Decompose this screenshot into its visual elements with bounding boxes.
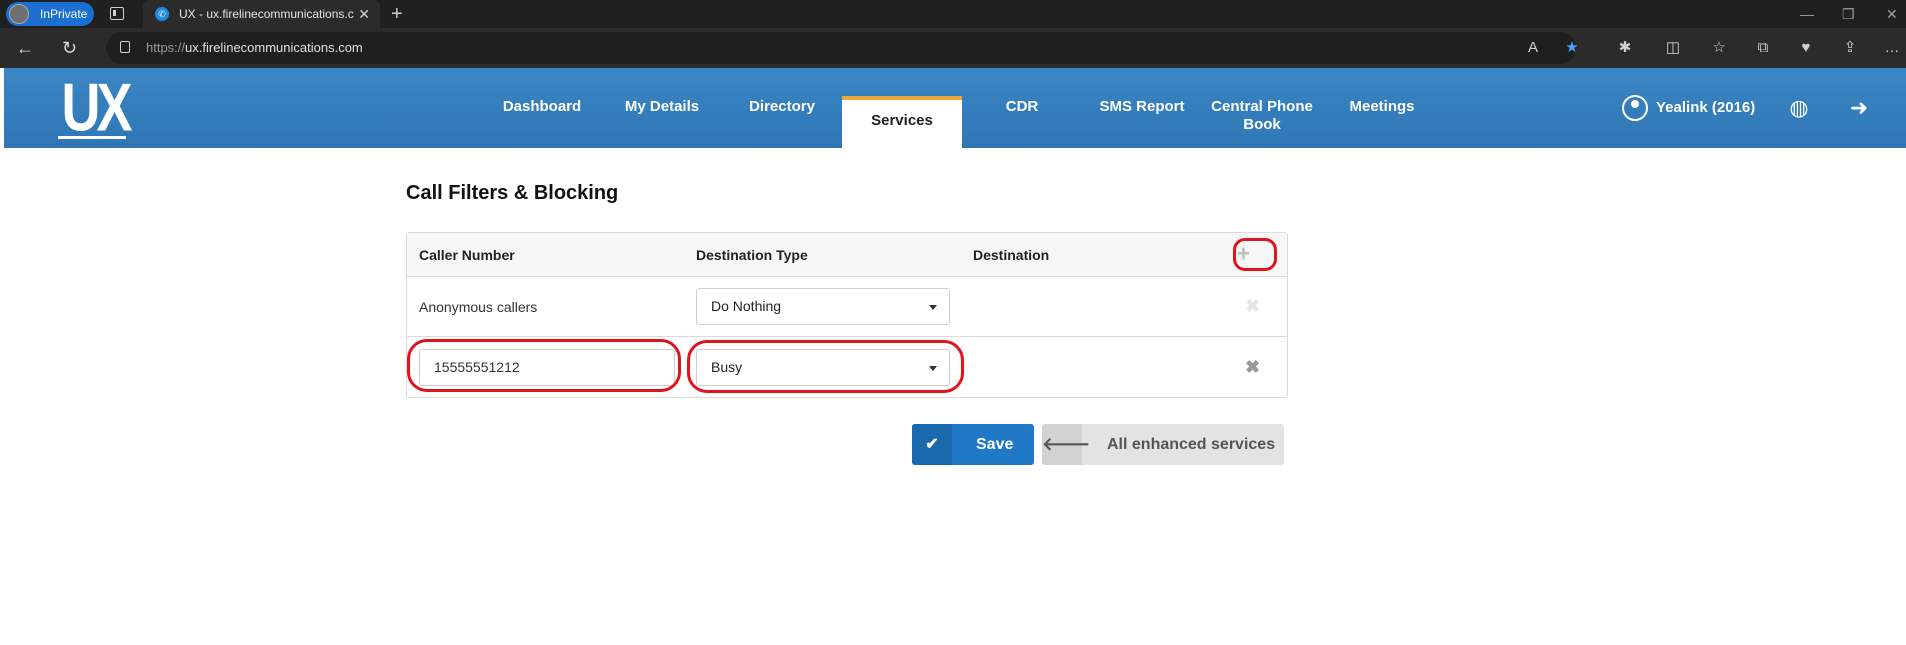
nav-dashboard[interactable]: Dashboard [482, 98, 602, 116]
sign-out-icon[interactable]: ➜ [1846, 95, 1872, 121]
favorites-icon[interactable]: ☆ [1710, 39, 1728, 57]
arrow-left-icon: 🡐 [1042, 424, 1090, 465]
save-button[interactable]: ✔ Save [912, 424, 1034, 465]
read-aloud-icon[interactable]: A [1524, 39, 1542, 57]
column-header-destination-type: Destination Type [696, 247, 808, 263]
profile-avatar-icon [9, 4, 29, 24]
all-enhanced-services-label: All enhanced services [1107, 436, 1276, 453]
app-header: UX Dashboard My Details Directory Servic… [4, 68, 1906, 148]
page-title: Call Filters & Blocking [406, 182, 619, 204]
browser-essentials-icon[interactable]: ♥ [1797, 39, 1815, 57]
user-circle-icon [1622, 95, 1648, 121]
url-host: ux.firelinecommunications.com [185, 40, 363, 55]
more-menu-icon[interactable]: … [1883, 39, 1901, 57]
user-menu[interactable]: Yealink (2016) [1622, 95, 1755, 121]
delete-row-times-icon[interactable]: ✖ [1245, 358, 1260, 376]
delete-row-times-icon: ✖ [1245, 296, 1261, 316]
share-icon[interactable]: ⇪ [1841, 39, 1859, 57]
minimize-icon[interactable]: — [1800, 0, 1814, 28]
tab-actions-icon[interactable] [110, 7, 124, 20]
tab-close-icon[interactable]: ✕ [358, 0, 370, 28]
refresh-icon[interactable]: ↻ [62, 36, 77, 60]
lock-icon [120, 41, 130, 53]
new-tab-icon[interactable]: + [391, 0, 403, 28]
destination-type-select[interactable]: Do Nothing [696, 288, 950, 325]
nav-sms-report[interactable]: SMS Report [1082, 98, 1202, 116]
split-screen-icon[interactable]: ◫ [1664, 39, 1682, 57]
phone-favicon-icon: ✆ [155, 7, 169, 21]
tab-title: UX - ux.firelinecommunications.c [179, 7, 354, 21]
annotation-circle-destination-select [687, 340, 964, 393]
save-label: Save [976, 436, 1014, 453]
extensions-icon[interactable]: ✱ [1616, 39, 1634, 57]
table-header: Caller Number Destination Type Destinati… [407, 233, 1287, 277]
table-row: Anonymous callers Do Nothing ✖ [407, 277, 1287, 337]
nav-central-phone-book[interactable]: Central Phone Book [1202, 98, 1322, 134]
nav-meetings[interactable]: Meetings [1322, 98, 1442, 116]
column-header-caller-number: Caller Number [419, 247, 515, 263]
column-header-destination: Destination [973, 247, 1050, 263]
browser-tab-bar: InPrivate ✆ UX - ux.firelinecommunicatio… [0, 0, 1906, 28]
annotation-circle-add [1233, 238, 1277, 271]
inprivate-badge[interactable]: InPrivate [6, 2, 94, 26]
ux-logo[interactable]: UX [60, 68, 132, 158]
caret-down-icon [929, 305, 937, 310]
nav-cdr[interactable]: CDR [962, 98, 1082, 116]
window-close-icon[interactable]: ✕ [1886, 0, 1898, 28]
globe-icon[interactable]: ◍ [1786, 95, 1812, 121]
url-field[interactable]: https://ux.firelinecommunications.com [106, 32, 1576, 64]
browser-address-bar: ← ↻ https://ux.firelinecommunications.co… [0, 28, 1906, 68]
url-scheme: https:// [146, 40, 186, 55]
browser-tab[interactable]: ✆ UX - ux.firelinecommunications.c ✕ [143, 0, 380, 28]
back-arrow-icon[interactable]: ← [16, 36, 34, 60]
user-label: Yealink (2016) [1656, 99, 1756, 116]
favorite-star-icon[interactable]: ★ [1563, 39, 1581, 57]
logo-underline [58, 136, 126, 139]
caller-number-text: Anonymous callers [419, 299, 538, 315]
inprivate-label: InPrivate [40, 7, 88, 21]
annotation-circle-caller-input [407, 339, 681, 392]
nav-my-details[interactable]: My Details [602, 98, 722, 116]
restore-icon[interactable]: ❐ [1842, 0, 1855, 28]
all-enhanced-services-button[interactable]: 🡐 All enhanced services [1042, 424, 1284, 465]
check-icon: ✔ [912, 424, 952, 465]
nav-services[interactable]: Services [842, 96, 962, 148]
nav-directory[interactable]: Directory [722, 98, 842, 116]
destination-type-value: Do Nothing [711, 298, 782, 314]
collections-icon[interactable]: ⧉ [1754, 39, 1772, 57]
